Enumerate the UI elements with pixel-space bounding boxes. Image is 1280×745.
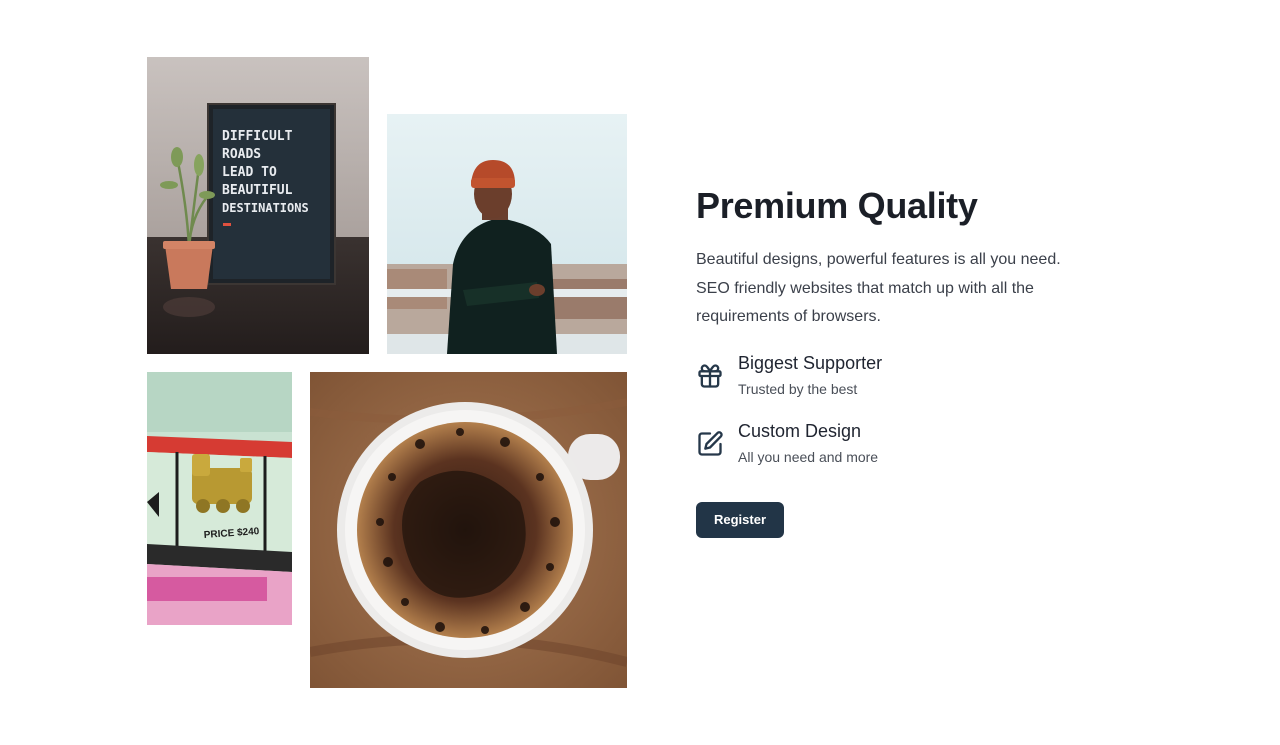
register-button[interactable]: Register (696, 501, 785, 538)
feature-item-biggest-supporter: Biggest Supporter Trusted by the best (696, 350, 1116, 400)
letterboard-line: BEAUTIFUL (222, 183, 293, 198)
letterboard-line: ROADS (222, 147, 261, 162)
letterboard-line: DIFFICULT (222, 129, 293, 144)
gift-icon (696, 362, 724, 390)
board-game-photo: PRICE $240 (147, 372, 292, 625)
feature-title: Custom Design (738, 420, 862, 441)
feature-item-custom-design: Custom Design All you need and more (696, 418, 1116, 468)
edit-icon (696, 430, 724, 458)
section-title: Premium Quality (696, 185, 978, 226)
portrait-photo (387, 114, 627, 354)
letterboard-line: LEAD TO (222, 165, 277, 180)
feature-subtitle: All you need and more (738, 448, 879, 465)
feature-subtitle: Trusted by the best (738, 380, 858, 397)
section-description: Beautiful designs, powerful features is … (696, 251, 1061, 325)
feature-title: Biggest Supporter (738, 352, 883, 373)
letterboard-photo: DIFFICULT ROADS LEAD TO BEAUTIFUL DESTIN… (147, 57, 369, 354)
letterboard-line: DESTINATIONS (222, 201, 309, 215)
coffee-photo (310, 372, 627, 688)
feature-section: Premium Quality Beautiful designs, power… (696, 180, 1116, 538)
